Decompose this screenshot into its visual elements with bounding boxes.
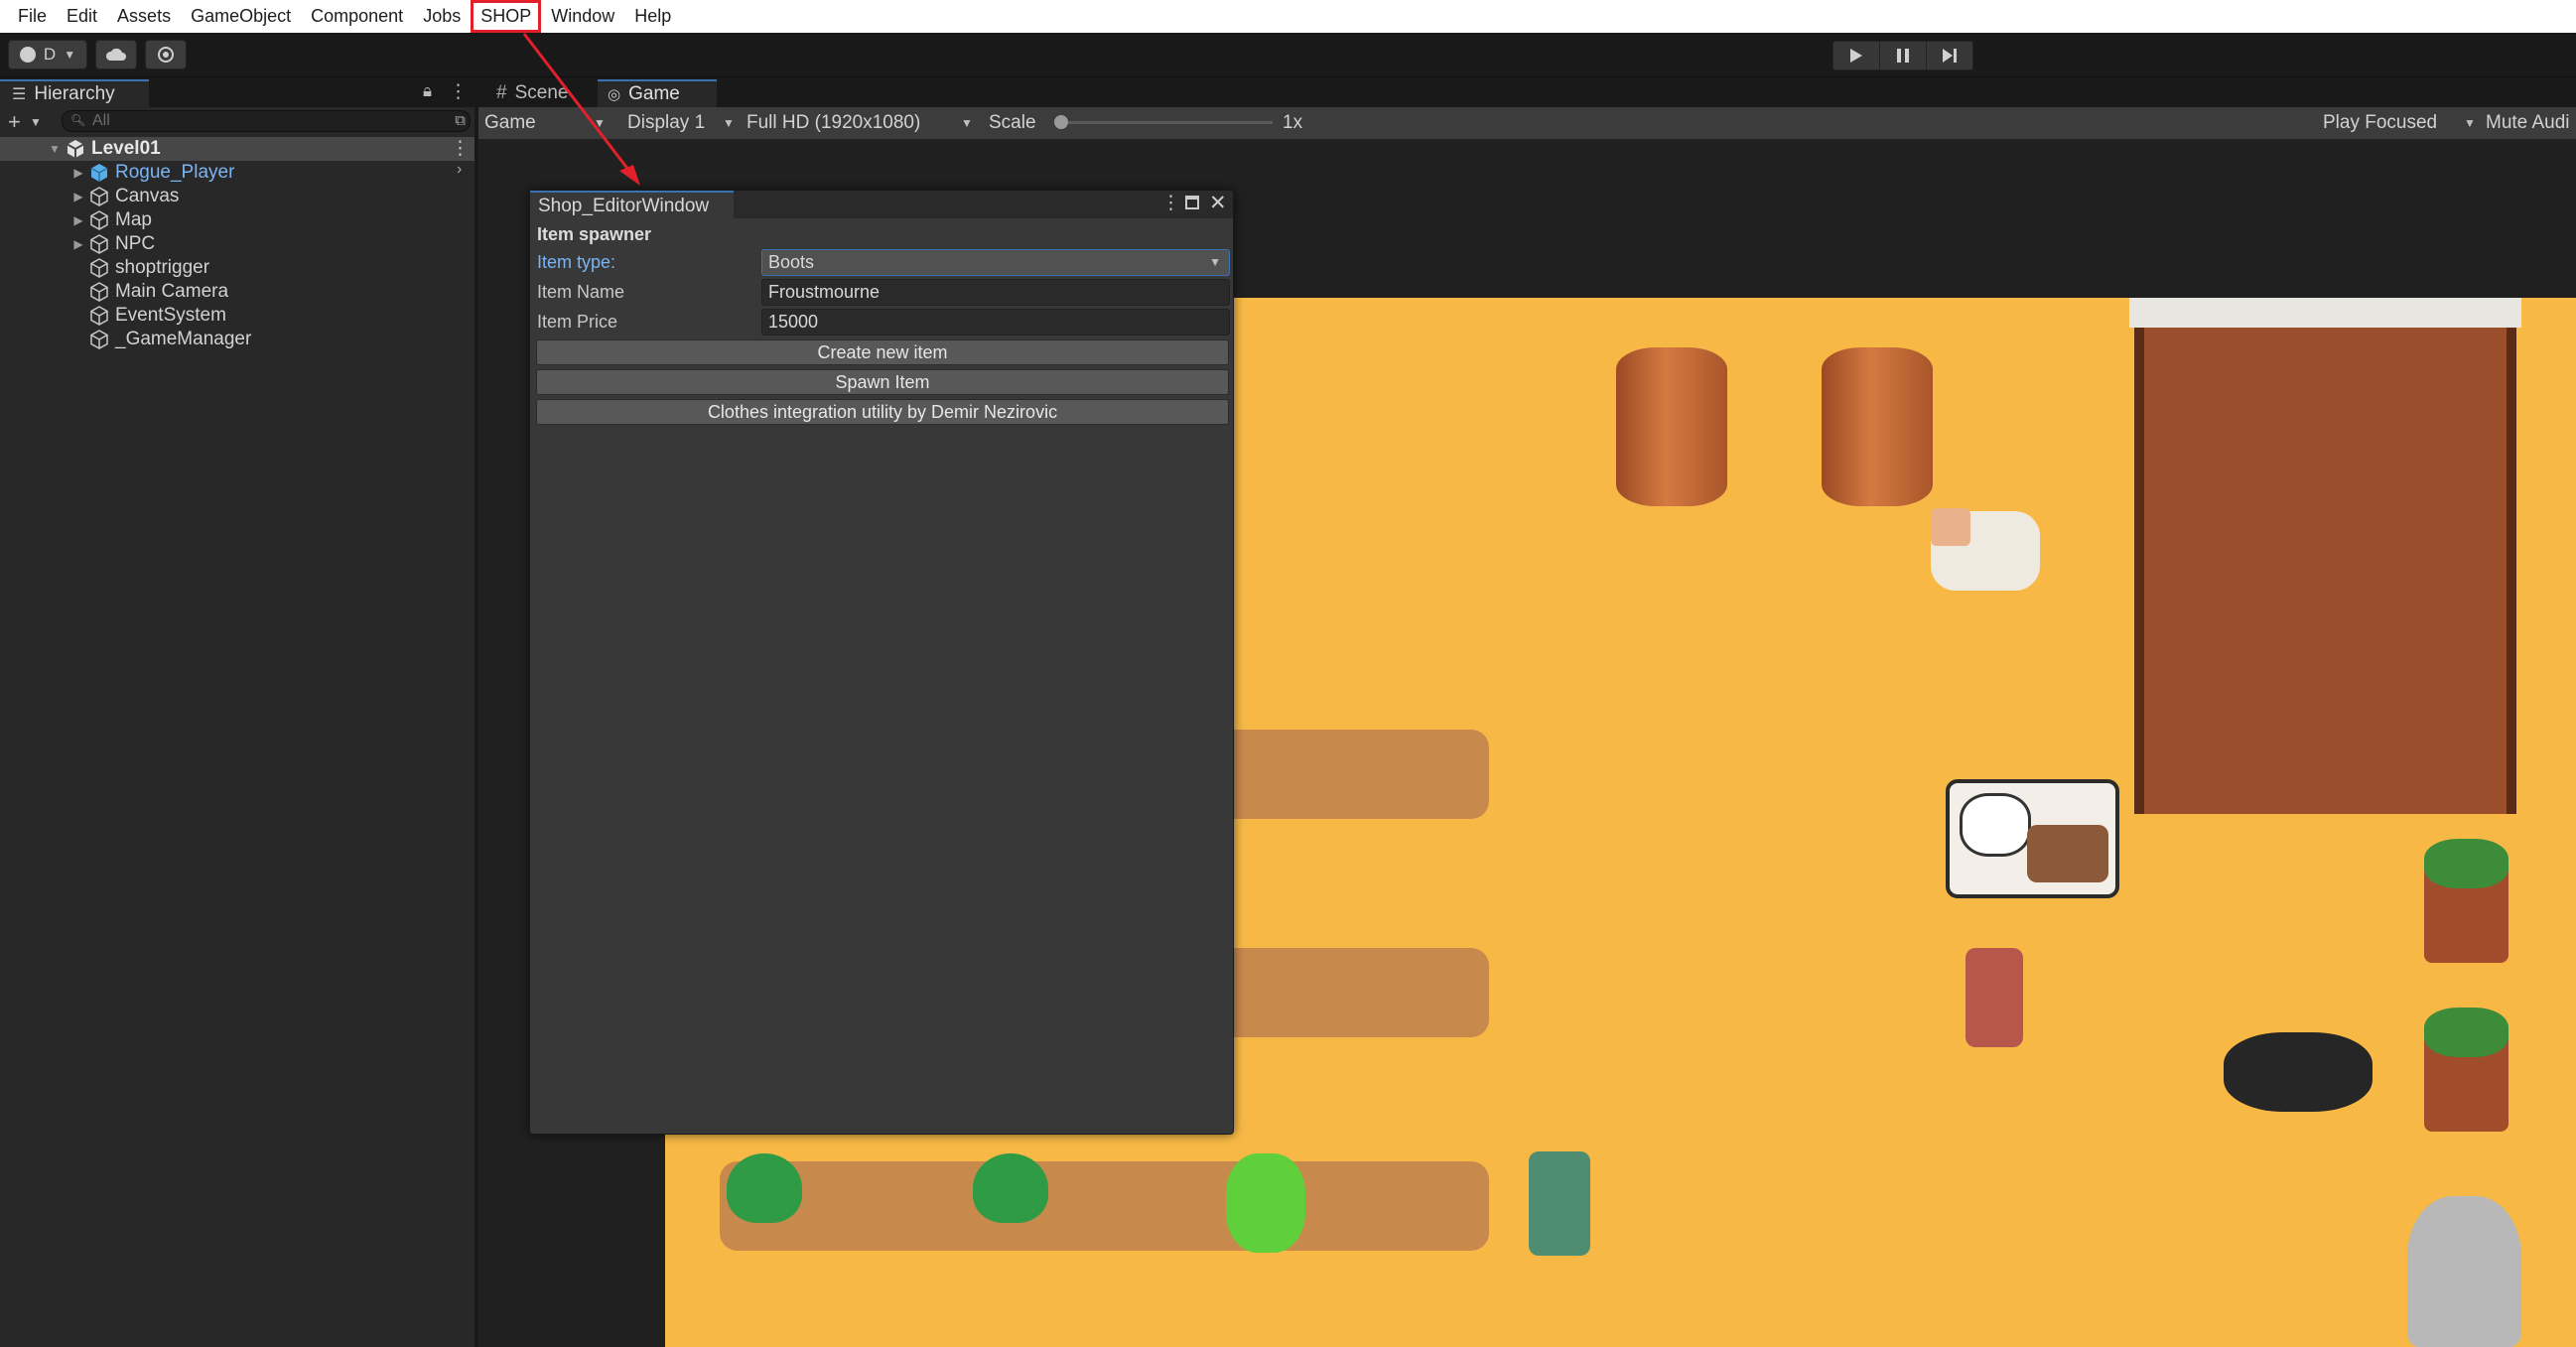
annotation-arrow xyxy=(522,33,640,186)
